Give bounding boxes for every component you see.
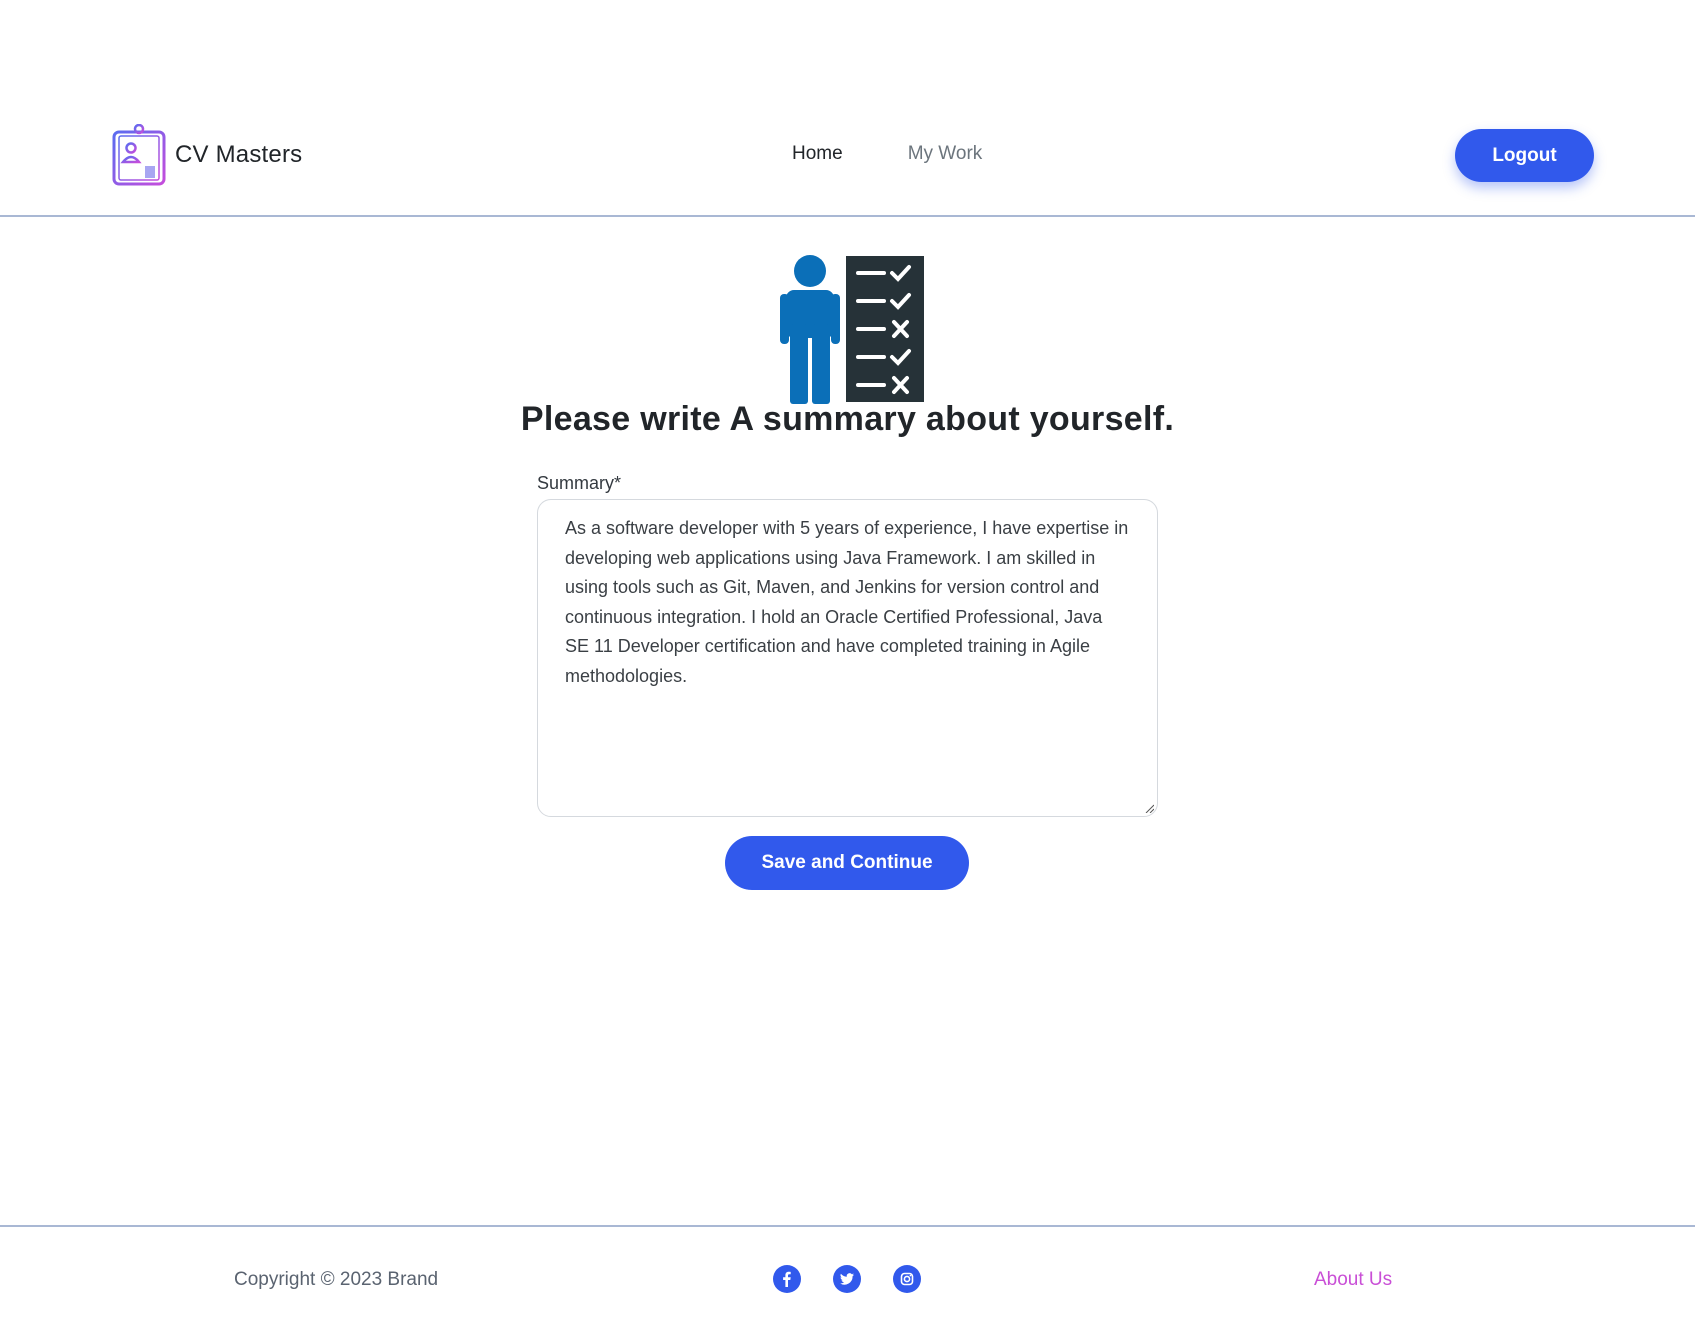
- facebook-icon[interactable]: [773, 1265, 801, 1293]
- cv-clipboard-logo-icon: [112, 124, 166, 186]
- page-title: Please write A summary about yourself.: [520, 400, 1175, 438]
- instagram-icon[interactable]: [893, 1265, 921, 1293]
- footer: Copyright © 2023 Brand About Us: [0, 1225, 1695, 1330]
- social-links: [773, 1265, 953, 1293]
- nav-my-work-link[interactable]: My Work: [908, 143, 983, 165]
- summary-text: As a software developer with 5 years of …: [565, 518, 1129, 686]
- summary-label: Summary*: [537, 473, 622, 493]
- brand[interactable]: CV Masters: [111, 124, 302, 186]
- summary-textarea[interactable]: As a software developer with 5 years of …: [537, 499, 1158, 817]
- brand-name: CV Masters: [175, 141, 303, 168]
- logout-button[interactable]: Logout: [1455, 129, 1594, 182]
- nav-home-link[interactable]: Home: [792, 143, 843, 165]
- copyright-text: Copyright © 2023 Brand: [234, 1269, 439, 1290]
- resize-grip-icon[interactable]: [1144, 803, 1154, 813]
- about-us-link[interactable]: About Us: [1314, 1269, 1392, 1291]
- person-checklist-icon: [780, 255, 924, 404]
- top-navbar: CV Masters Home My Work Logout: [0, 0, 1695, 217]
- twitter-icon[interactable]: [833, 1265, 861, 1293]
- main-nav: Home My Work: [792, 143, 982, 165]
- save-and-continue-button[interactable]: Save and Continue: [725, 836, 969, 890]
